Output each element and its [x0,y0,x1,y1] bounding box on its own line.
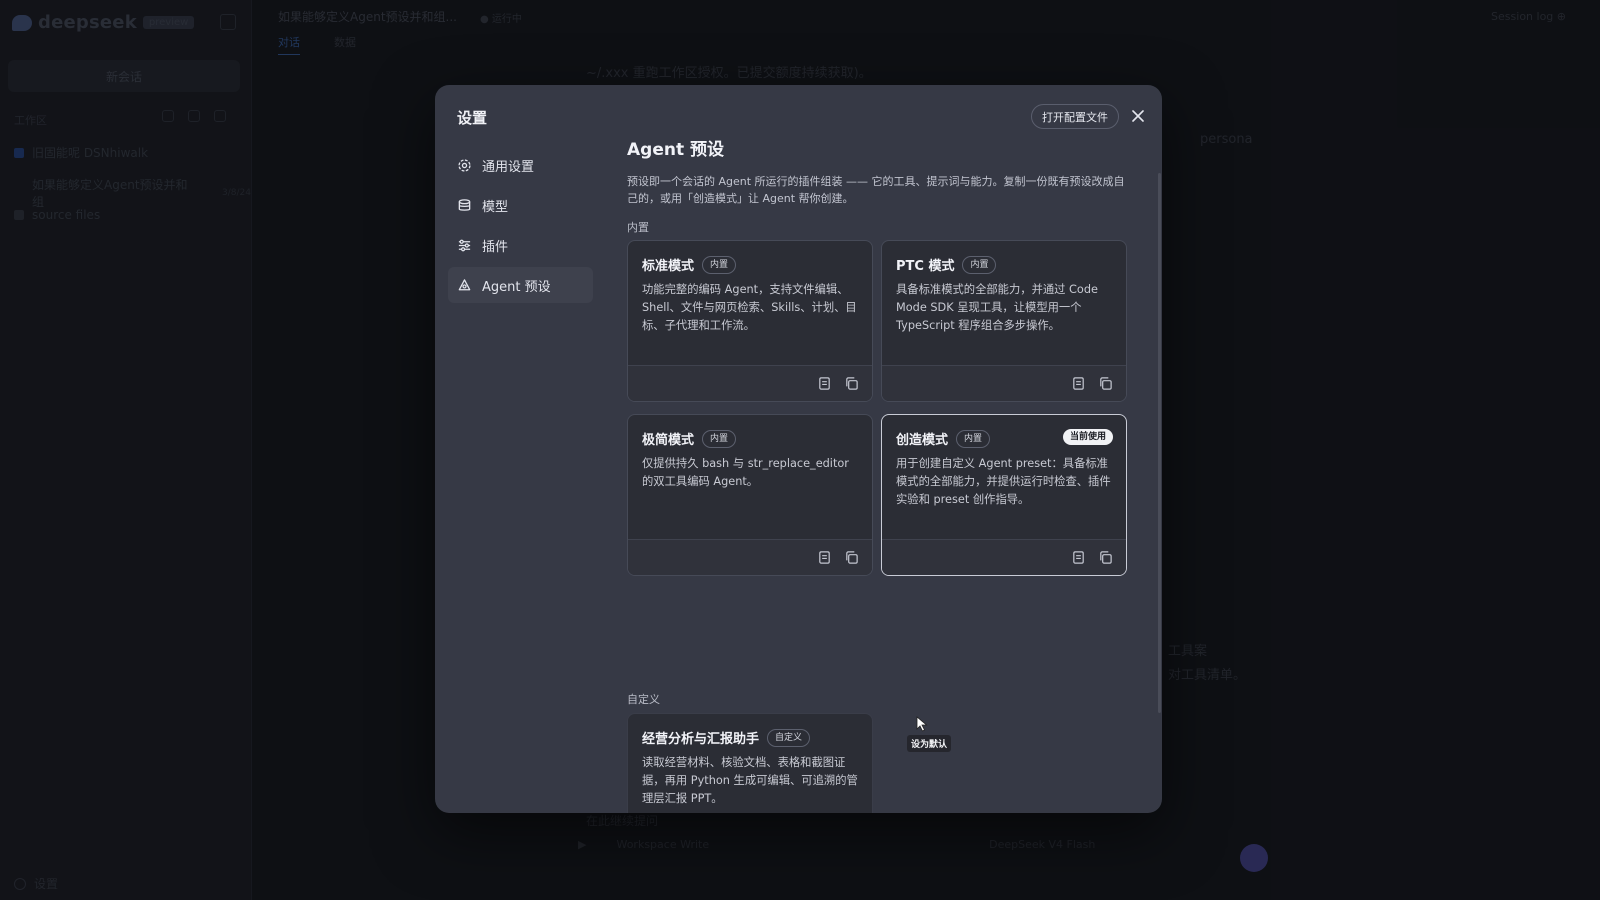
nav-item-general[interactable]: 通用设置 [448,147,593,183]
nav-item-agent-presets[interactable]: Agent 预设 [448,267,593,303]
document-icon[interactable] [817,376,832,391]
settings-nav: 通用设置 模型 插件 Agent 预设 [448,147,593,307]
card-footer [882,365,1126,401]
document-icon[interactable] [817,550,832,565]
preset-description: 仅提供持久 bash 与 str_replace_editor 的双工具编码 A… [642,457,849,488]
copy-icon[interactable] [844,550,859,565]
preset-name: 经营分析与汇报助手 [642,732,760,747]
preset-card[interactable]: 标准模式 内置 功能完整的编码 Agent，支持文件编辑、Shell、文件与网页… [627,240,873,402]
panel-title: Agent 预设 [627,140,725,160]
nav-label: 通用设置 [482,159,535,175]
sliders-icon [458,239,471,251]
open-config-button[interactable]: 打开配置文件 [1031,104,1119,129]
nav-label: 模型 [482,199,509,215]
nav-label: Agent 预设 [482,279,551,295]
nav-label: 插件 [482,239,509,255]
copy-icon[interactable] [844,376,859,391]
modal-scrollbar[interactable] [1158,173,1161,713]
agent-icon [458,278,471,290]
builtin-badge: 内置 [962,255,997,274]
custom-badge: 自定义 [767,728,811,747]
modal-title: 设置 [457,109,488,127]
close-icon[interactable] [1129,107,1147,125]
builtin-badge: 内置 [702,255,737,274]
preset-description: 读取经营材料、核验文档、表格和截图证据，再用 Python 生成可编辑、可追溯的… [642,756,858,805]
card-footer [882,539,1126,575]
custom-section: 自定义 [627,691,660,707]
card-footer [628,365,872,401]
preset-name: 极简模式 [642,433,695,448]
gear-icon [458,158,471,172]
preset-card[interactable]: 极简模式 内置 仅提供持久 bash 与 str_replace_editor … [627,414,873,576]
custom-preset-card[interactable]: 经营分析与汇报助手 自定义 读取经营材料、核验文档、表格和截图证据，再用 Pyt… [627,713,873,813]
nav-item-plugins[interactable]: 插件 [448,227,593,263]
preset-description: 用于创建自定义 Agent preset：具备标准模式的全部能力，并提供运行时检… [896,457,1111,506]
builtin-label: 内置 [627,221,649,234]
preset-card-current[interactable]: 创造模式 内置 当前使用 用于创建自定义 Agent preset：具备标准模式… [881,414,1127,576]
builtin-badge: 内置 [702,429,737,448]
copy-icon[interactable] [1098,550,1113,565]
document-icon[interactable] [1071,550,1086,565]
preset-name: 标准模式 [642,259,695,274]
panel-description: 预设即一个会话的 Agent 所运行的插件组装 —— 它的工具、提示词与能力。复… [627,175,1125,205]
card-footer [628,539,872,575]
preset-name: PTC 模式 [896,259,955,274]
agent-presets-panel: Agent 预设 预设即一个会话的 Agent 所运行的插件组装 —— 它的工具… [627,135,1127,813]
set-default-tooltip: 设为默认 [907,735,952,752]
nav-item-models[interactable]: 模型 [448,187,593,223]
custom-label: 自定义 [627,693,660,706]
preset-card[interactable]: PTC 模式 内置 具备标准模式的全部能力，并通过 Code Mode SDK … [881,240,1127,402]
current-badge: 当前使用 [1062,429,1113,445]
preset-description: 具备标准模式的全部能力，并通过 Code Mode SDK 呈现工具，让模型用一… [896,283,1098,332]
settings-modal: 设置 打开配置文件 通用设置 模型 插件 Agent 预设 Agent 预设 预… [435,85,1162,813]
builtin-badge: 内置 [956,429,991,448]
preset-name: 创造模式 [896,433,949,448]
document-icon[interactable] [1071,376,1086,391]
builtin-section: 内置 [627,219,649,235]
database-icon [458,198,471,211]
preset-description: 功能完整的编码 Agent，支持文件编辑、Shell、文件与网页检索、Skill… [642,283,857,332]
copy-icon[interactable] [1098,376,1113,391]
mouse-cursor-icon [916,716,928,732]
